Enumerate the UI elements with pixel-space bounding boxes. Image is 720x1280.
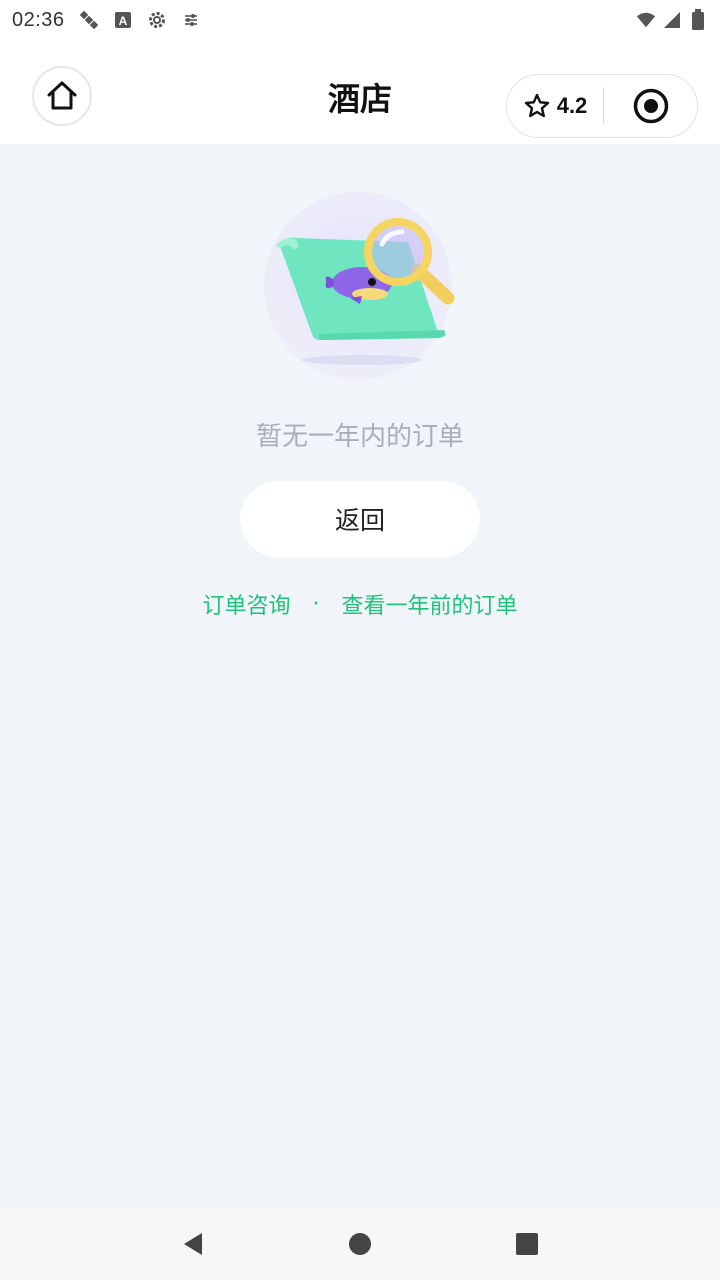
status-time: 02:36 xyxy=(12,8,65,31)
link-separator: · xyxy=(312,591,320,617)
cellular-signal-icon xyxy=(662,10,682,30)
system-back-button[interactable] xyxy=(173,1224,213,1264)
status-bar: 02:36 A xyxy=(0,0,720,40)
back-button[interactable]: 返回 xyxy=(240,481,480,557)
back-triangle-icon xyxy=(184,1233,203,1255)
settings-gear-icon xyxy=(147,10,167,30)
target-record-icon xyxy=(633,88,668,124)
system-nav-bar xyxy=(0,1208,720,1280)
search-scroll-whale-illustration xyxy=(258,188,462,384)
order-links: 订单咨询 · 查看一年前的订单 xyxy=(0,588,720,620)
order-consult-link[interactable]: 订单咨询 xyxy=(202,588,290,620)
wifi-icon xyxy=(636,10,656,30)
status-icons-right xyxy=(636,9,708,30)
screen: 02:36 A 酒店 4.2 暂无一年内的订单 返回 订单咨询 · 查看一年前的… xyxy=(0,0,720,1280)
mini-program-capsule: 4.2 xyxy=(506,74,698,138)
satellite-icon xyxy=(79,10,99,30)
star-outline-icon xyxy=(524,93,549,118)
nav-bar: 酒店 4.2 xyxy=(0,40,720,144)
battery-icon xyxy=(688,9,708,30)
sliders-icon xyxy=(181,10,201,30)
status-icons-left: A xyxy=(79,10,201,30)
rating-value: 4.2 xyxy=(556,93,588,118)
rating-button[interactable]: 4.2 xyxy=(507,75,603,137)
older-orders-link[interactable]: 查看一年前的订单 xyxy=(342,588,518,620)
system-recents-button[interactable] xyxy=(507,1224,547,1264)
system-home-button[interactable] xyxy=(340,1224,380,1264)
a-badge-icon: A xyxy=(113,10,133,30)
close-target-button[interactable] xyxy=(604,75,697,137)
empty-message: 暂无一年内的订单 xyxy=(255,422,464,452)
home-circle-icon xyxy=(348,1233,371,1255)
svg-text:A: A xyxy=(118,14,127,28)
recents-square-icon xyxy=(515,1233,538,1255)
